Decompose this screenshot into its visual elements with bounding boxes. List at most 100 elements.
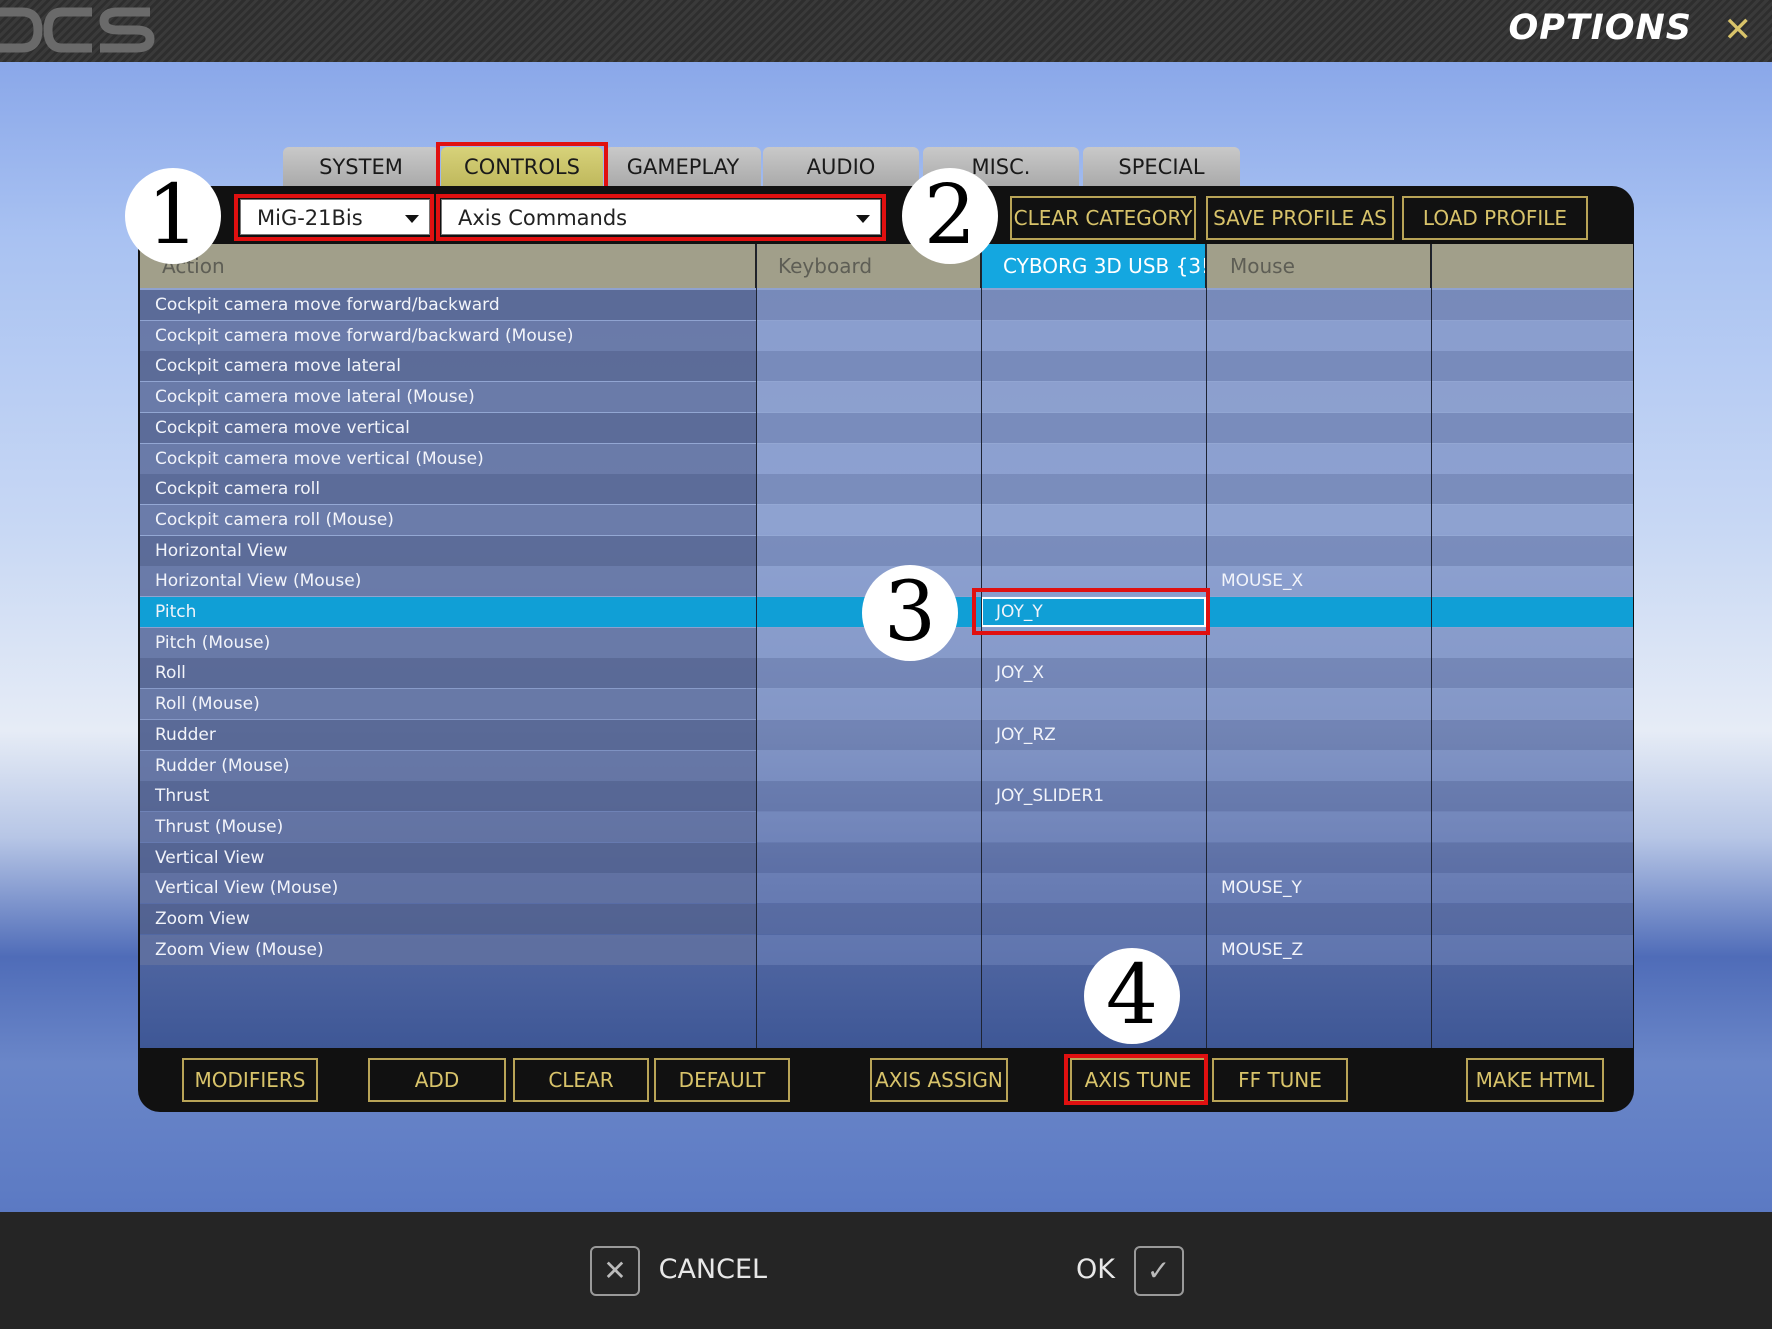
tab-special[interactable]: SPECIAL	[1083, 147, 1240, 187]
extra-binding-cell[interactable]	[1431, 382, 1633, 413]
mouse-binding-cell[interactable]	[1206, 290, 1431, 320]
table-row[interactable]: Cockpit camera move forward/backward	[140, 290, 1633, 320]
mouse-binding-cell[interactable]	[1206, 474, 1431, 505]
joystick-binding-cell[interactable]: JOY_Y	[981, 597, 1206, 627]
joystick-binding-cell[interactable]	[981, 811, 1206, 842]
action-cell[interactable]: Cockpit camera move lateral (Mouse)	[140, 382, 756, 413]
extra-binding-cell[interactable]	[1431, 597, 1633, 627]
column-header-action[interactable]: Action	[140, 244, 756, 288]
extra-binding-cell[interactable]	[1431, 750, 1633, 781]
table-row[interactable]: Vertical View	[140, 842, 1633, 873]
clear-button[interactable]: CLEAR	[513, 1058, 649, 1102]
save-profile-as-button[interactable]: SAVE PROFILE AS	[1206, 196, 1394, 240]
mouse-binding-cell[interactable]	[1206, 811, 1431, 842]
table-row[interactable]: Cockpit camera roll (Mouse)	[140, 504, 1633, 535]
joystick-binding-cell[interactable]	[981, 382, 1206, 413]
action-cell[interactable]: Cockpit camera move forward/backward	[140, 290, 756, 320]
table-row[interactable]: Thrust (Mouse)	[140, 811, 1633, 842]
joystick-binding-cell[interactable]	[981, 750, 1206, 781]
keyboard-binding-cell[interactable]	[756, 689, 981, 720]
action-cell[interactable]: Thrust (Mouse)	[140, 811, 756, 842]
action-cell[interactable]: Cockpit camera move forward/backward (Mo…	[140, 320, 756, 351]
aircraft-select[interactable]: MiG-21Bis	[240, 199, 430, 235]
tab-audio[interactable]: AUDIO	[763, 147, 919, 187]
table-row[interactable]: Zoom View (Mouse) MOUSE_Z	[140, 934, 1633, 965]
extra-binding-cell[interactable]	[1431, 566, 1633, 597]
joystick-binding-cell[interactable]: JOY_X	[981, 658, 1206, 689]
joystick-binding-cell[interactable]	[981, 320, 1206, 351]
keyboard-binding-cell[interactable]	[756, 904, 981, 934]
action-cell[interactable]: Rudder	[140, 719, 756, 750]
keyboard-binding-cell[interactable]	[756, 290, 981, 320]
category-select[interactable]: Axis Commands	[441, 199, 881, 235]
extra-binding-cell[interactable]	[1431, 781, 1633, 812]
mouse-binding-cell[interactable]	[1206, 443, 1431, 474]
keyboard-binding-cell[interactable]	[756, 719, 981, 750]
extra-binding-cell[interactable]	[1431, 658, 1633, 689]
keyboard-binding-cell[interactable]	[756, 504, 981, 535]
joystick-binding-cell[interactable]	[981, 934, 1206, 965]
column-header-extra[interactable]	[1431, 244, 1633, 288]
mouse-binding-cell[interactable]	[1206, 504, 1431, 535]
action-cell[interactable]: Roll	[140, 658, 756, 689]
joystick-binding-cell[interactable]	[981, 842, 1206, 873]
column-header-mouse[interactable]: Mouse	[1206, 244, 1431, 288]
table-row[interactable]: Roll JOY_X	[140, 658, 1633, 689]
mouse-binding-cell[interactable]	[1206, 904, 1431, 934]
table-row[interactable]: Rudder JOY_RZ	[140, 719, 1633, 750]
keyboard-binding-cell[interactable]	[756, 842, 981, 873]
joystick-binding-cell[interactable]	[981, 351, 1206, 382]
action-cell[interactable]: Zoom View (Mouse)	[140, 934, 756, 965]
extra-binding-cell[interactable]	[1431, 873, 1633, 904]
mouse-binding-cell[interactable]	[1206, 658, 1431, 689]
table-row[interactable]: Thrust JOY_SLIDER1	[140, 781, 1633, 812]
mouse-binding-cell[interactable]	[1206, 781, 1431, 812]
tab-gameplay[interactable]: GAMEPLAY	[605, 147, 761, 187]
extra-binding-cell[interactable]	[1431, 719, 1633, 750]
action-cell[interactable]: Vertical View	[140, 842, 756, 873]
axis-tune-button[interactable]: AXIS TUNE	[1070, 1058, 1206, 1102]
keyboard-binding-cell[interactable]	[756, 412, 981, 443]
extra-binding-cell[interactable]	[1431, 535, 1633, 566]
axis-assign-button[interactable]: AXIS ASSIGN	[870, 1058, 1008, 1102]
table-row[interactable]: Cockpit camera move vertical (Mouse)	[140, 443, 1633, 474]
joystick-binding-cell[interactable]	[981, 873, 1206, 904]
keyboard-binding-cell[interactable]	[756, 781, 981, 812]
action-cell[interactable]: Thrust	[140, 781, 756, 812]
add-button[interactable]: ADD	[368, 1058, 506, 1102]
load-profile-button[interactable]: LOAD PROFILE	[1402, 196, 1588, 240]
keyboard-binding-cell[interactable]	[756, 474, 981, 505]
extra-binding-cell[interactable]	[1431, 504, 1633, 535]
extra-binding-cell[interactable]	[1431, 842, 1633, 873]
action-cell[interactable]: Pitch (Mouse)	[140, 627, 756, 658]
keyboard-binding-cell[interactable]	[756, 443, 981, 474]
default-button[interactable]: DEFAULT	[654, 1058, 790, 1102]
joystick-binding-cell[interactable]	[981, 412, 1206, 443]
keyboard-binding-cell[interactable]	[756, 535, 981, 566]
mouse-binding-cell[interactable]	[1206, 597, 1431, 627]
mouse-binding-cell[interactable]: MOUSE_Z	[1206, 934, 1431, 965]
tab-controls[interactable]: CONTROLS	[441, 147, 603, 187]
joystick-binding-cell[interactable]	[981, 290, 1206, 320]
extra-binding-cell[interactable]	[1431, 904, 1633, 934]
table-row[interactable]: Cockpit camera move lateral	[140, 351, 1633, 382]
joystick-binding-cell[interactable]: JOY_RZ	[981, 719, 1206, 750]
action-cell[interactable]: Cockpit camera move lateral	[140, 351, 756, 382]
clear-category-button[interactable]: CLEAR CATEGORY	[1010, 196, 1196, 240]
extra-binding-cell[interactable]	[1431, 290, 1633, 320]
action-cell[interactable]: Roll (Mouse)	[140, 689, 756, 720]
mouse-binding-cell[interactable]	[1206, 535, 1431, 566]
action-cell[interactable]: Rudder (Mouse)	[140, 750, 756, 781]
extra-binding-cell[interactable]	[1431, 443, 1633, 474]
keyboard-binding-cell[interactable]	[756, 382, 981, 413]
extra-binding-cell[interactable]	[1431, 934, 1633, 965]
joystick-binding-cell[interactable]	[981, 535, 1206, 566]
action-cell[interactable]: Vertical View (Mouse)	[140, 873, 756, 904]
extra-binding-cell[interactable]	[1431, 689, 1633, 720]
mouse-binding-cell[interactable]: MOUSE_X	[1206, 566, 1431, 597]
keyboard-binding-cell[interactable]	[756, 811, 981, 842]
table-row[interactable]: Cockpit camera move lateral (Mouse)	[140, 382, 1633, 413]
column-header-joystick[interactable]: CYBORG 3D USB {3!	[981, 244, 1206, 288]
cancel-button[interactable]: ✕ CANCEL	[590, 1244, 767, 1296]
mouse-binding-cell[interactable]	[1206, 719, 1431, 750]
